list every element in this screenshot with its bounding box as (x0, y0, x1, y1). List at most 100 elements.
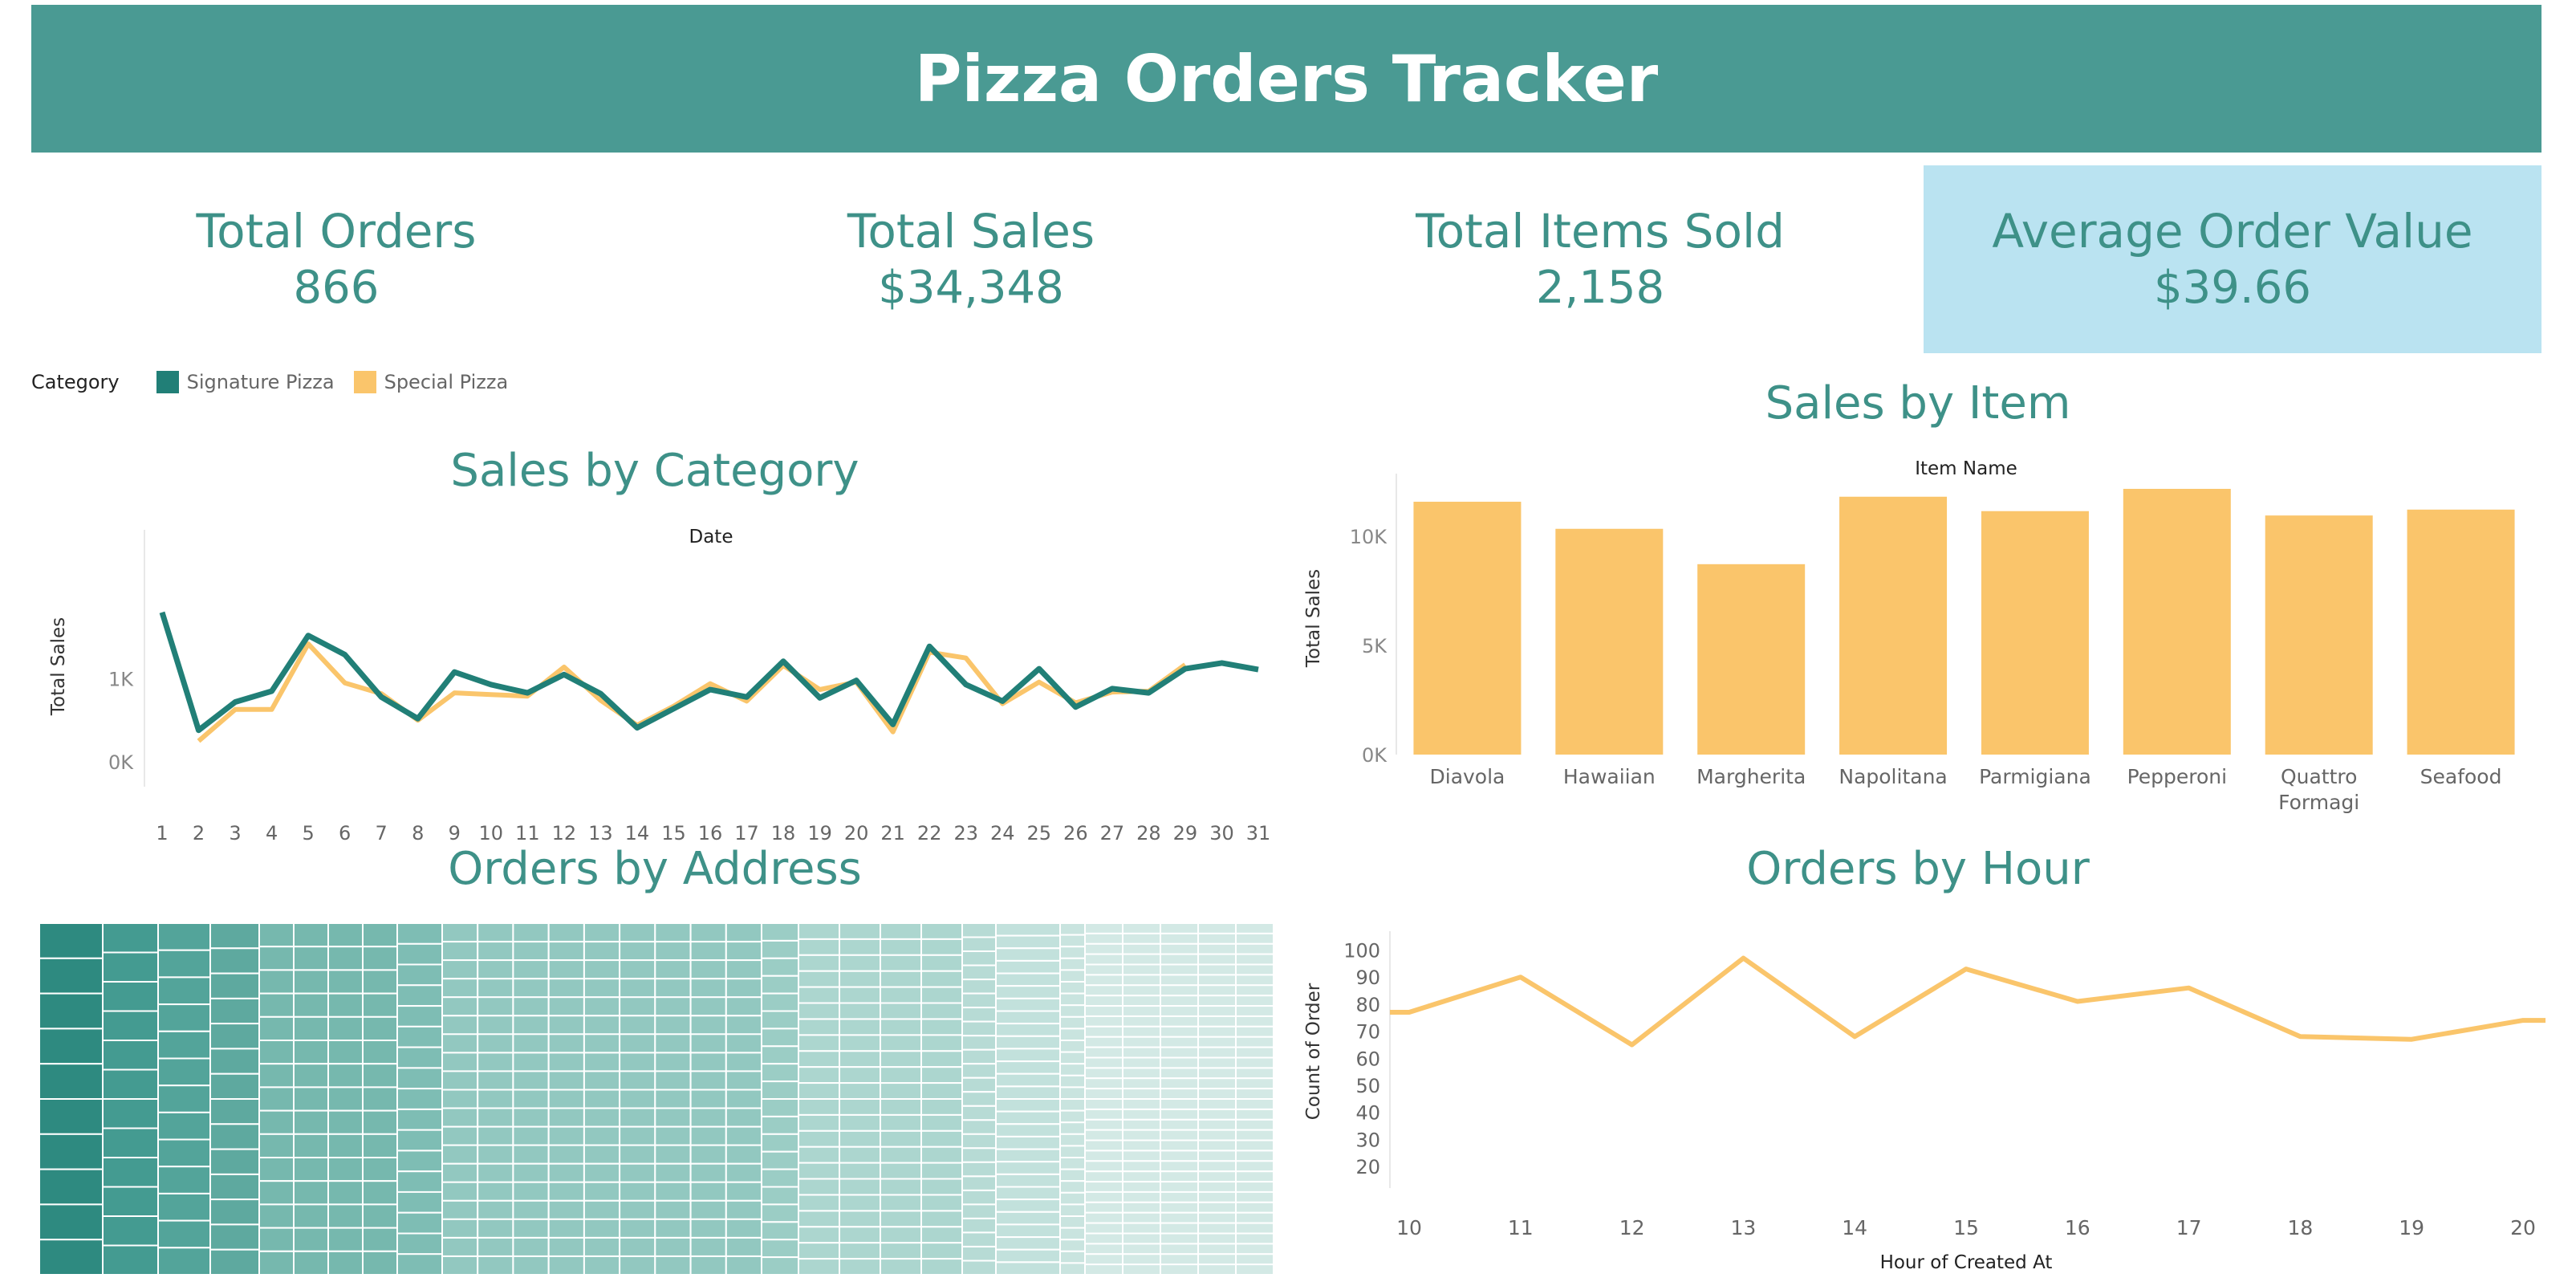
bar-pepperoni (2123, 488, 2231, 755)
x-tick-label: 10 (1396, 1216, 1422, 1239)
treemap-cell (920, 1066, 963, 1085)
treemap-cell (102, 1010, 159, 1041)
treemap-cell (1059, 1051, 1086, 1065)
treemap-cell (1235, 1190, 1274, 1203)
treemap-cell (995, 922, 1061, 937)
kpi-value: 866 (293, 262, 380, 315)
treemap-cell (477, 1125, 514, 1146)
treemap-cell (1059, 1004, 1086, 1018)
treemap-cell (327, 946, 364, 971)
treemap-cell (1084, 1129, 1123, 1142)
treemap-cell (1059, 992, 1086, 1007)
treemap-cell (1122, 1108, 1161, 1121)
treemap-cell (1235, 1150, 1274, 1162)
treemap-cell (396, 1005, 443, 1028)
treemap-cell (157, 1030, 211, 1060)
y-tick-label: 0K (1362, 744, 1388, 767)
treemap-column (39, 922, 104, 1276)
treemap-cell (547, 1125, 585, 1146)
y-axis-title: Total Sales (48, 617, 69, 716)
treemap-cell (583, 1125, 621, 1146)
category-legend: Category Signature Pizza Special Pizza (31, 366, 527, 398)
treemap-cell (920, 1113, 963, 1132)
treemap-cell (1084, 1243, 1123, 1255)
treemap-cell (920, 1018, 963, 1036)
treemap-cell (839, 1258, 881, 1276)
treemap-cell (547, 1144, 585, 1165)
kpi-value: $34,348 (878, 262, 1064, 315)
treemap-cell (1122, 1222, 1161, 1235)
treemap-cell (619, 1144, 656, 1165)
treemap-cell (157, 1057, 211, 1087)
kpi-label: Average Order Value (1992, 203, 2473, 258)
x-tick-label: 6 (339, 822, 351, 844)
treemap-cell (995, 1248, 1061, 1264)
treemap-cell (995, 1098, 1061, 1113)
treemap-cell (1122, 995, 1161, 1007)
treemap-cell (995, 959, 1061, 975)
treemap-cell (1197, 1232, 1237, 1245)
treemap-cell (1235, 1108, 1274, 1121)
treemap-cell (547, 1236, 585, 1257)
treemap-cell (1059, 1191, 1086, 1206)
legend-item-special-pizza[interactable]: Special Pizza (353, 371, 508, 393)
treemap-cell (477, 1089, 514, 1109)
treemap-cell (619, 1033, 656, 1054)
treemap-cell (547, 959, 585, 980)
treemap-cell (1059, 1157, 1086, 1170)
treemap-cell (995, 997, 1061, 1012)
treemap-cell (293, 1109, 329, 1135)
treemap-cell (961, 979, 997, 995)
y-tick-label: 30 (1355, 1129, 1380, 1151)
legend-item-signature-pizza[interactable]: Signature Pizza (156, 371, 335, 393)
treemap-cell (583, 1181, 621, 1202)
treemap-cell (689, 1236, 727, 1257)
orders-by-address-title: Orders by Address (448, 843, 862, 895)
treemap-cell (1084, 1088, 1123, 1101)
treemap-cell (1197, 1201, 1237, 1214)
treemap-cell (725, 941, 762, 962)
treemap-cell (258, 1063, 295, 1089)
treemap-cell (1197, 932, 1237, 945)
treemap-cell (441, 1199, 479, 1220)
treemap-cell (1235, 1056, 1274, 1069)
treemap-cell (293, 946, 329, 971)
treemap-cell (839, 1066, 881, 1085)
legend-swatch-special (353, 371, 376, 393)
treemap-cell (547, 1089, 585, 1109)
treemap-cell (362, 1063, 398, 1089)
treemap-cell (761, 1010, 799, 1030)
treemap-cell (1084, 1150, 1123, 1162)
x-axis-title: Date (689, 527, 733, 547)
treemap-cell (1197, 1118, 1237, 1131)
treemap-cell (1197, 1160, 1237, 1173)
treemap-cell (39, 1133, 104, 1170)
treemap-cell (583, 1218, 621, 1239)
treemap-cell (293, 969, 329, 995)
treemap-cell (362, 946, 398, 971)
treemap-cell (1122, 1129, 1161, 1142)
treemap-cell (441, 1125, 479, 1146)
treemap-cell (920, 922, 963, 940)
treemap-cell (547, 996, 585, 1017)
treemap-cell (1160, 995, 1199, 1007)
treemap-cell (1122, 1056, 1161, 1069)
treemap-cell (725, 1199, 762, 1220)
treemap-cell (512, 1199, 550, 1220)
treemap-cell (961, 1175, 997, 1191)
x-tick-label: Pepperoni (2127, 765, 2228, 788)
treemap-cell (1059, 946, 1086, 959)
treemap-cell (547, 1199, 585, 1220)
treemap-cell (1084, 1056, 1123, 1069)
treemap-cell (1197, 1056, 1237, 1069)
treemap-cell (619, 1181, 656, 1202)
treemap-cell (619, 922, 656, 943)
treemap-cell (995, 1199, 1061, 1213)
treemap-cell (1197, 1005, 1237, 1017)
treemap-cell (396, 1170, 443, 1194)
treemap-cell (725, 1162, 762, 1183)
treemap-cell (995, 1173, 1061, 1188)
treemap-cell (1235, 1264, 1274, 1276)
treemap-cell (1122, 1046, 1161, 1059)
treemap-cell (880, 1226, 922, 1244)
